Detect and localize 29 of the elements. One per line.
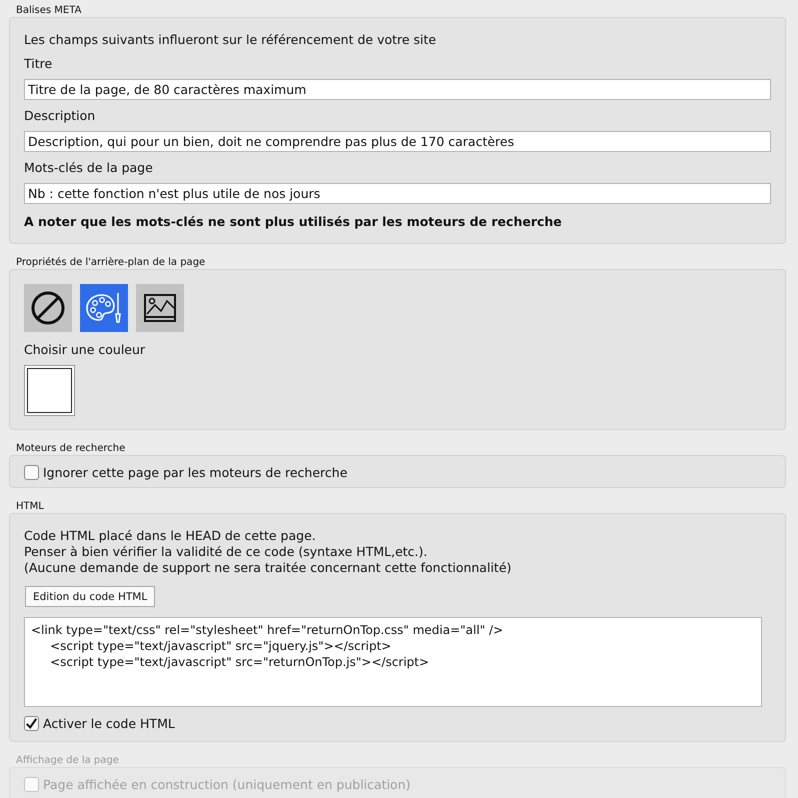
background-option-button[interactable] [24,284,72,332]
description-text: Penser à bien vérifier la validité de ce code (syntaxe HTML,etc.). [24,544,428,560]
input-field[interactable]: Nb : cette fonction n'est plus utile de nos jours [24,183,771,204]
checkbox[interactable] [24,716,39,730]
section-label: HTML [15,500,45,513]
section-label: Affichage de la page [15,754,120,767]
field-label: Mots-clés de la page [24,160,154,176]
edit-html-button[interactable]: Edition du code HTML [25,586,156,607]
intro-text: Les champs suivants influeront sur le référencement de votre site [24,32,438,48]
background-option-button[interactable] [136,284,184,332]
color-swatch[interactable] [25,366,74,415]
note-text: A noter que les mots-clés ne sont plus utilisés par les moteurs de recherche [24,214,563,230]
field-label: Description [24,108,96,124]
field-label: Choisir une couleur [24,342,146,358]
section-label: Balises META [15,4,82,17]
input-field[interactable]: Titre de la page, de 80 caractères maximum [24,79,771,100]
description-text: (Aucune demande de support ne sera traitée concernant cette fonctionnalité) [24,560,512,576]
field-label: Titre [24,56,54,72]
code-editor[interactable]: <link type="text/css" rel="stylesheet" href="returnOnTop.css" media="all" /> <script type="text/javascript" src="jquery.js"></script> <script type="text/javascript" src="returnOnTop.js"></script> [24,617,762,707]
checkbox-label: Activer le code HTML [43,716,175,730]
checkbox[interactable] [24,464,39,480]
background-option-button[interactable] [80,284,128,332]
description-text: Code HTML placé dans le HEAD de cette page. [24,528,317,544]
section-label: Moteurs de recherche [15,442,126,455]
section-label: Propriétés de l'arrière-plan de la page [15,256,206,269]
checkmark-icon [25,716,38,730]
input-field[interactable]: Description, qui pour un bien, doit ne comprendre pas plus de 170 caractères [24,131,771,152]
checkbox-label: Page affichée en construction (uniquement en publication) [43,776,411,792]
checkbox-label: Ignorer cette page par les moteurs de recherche [43,464,348,480]
